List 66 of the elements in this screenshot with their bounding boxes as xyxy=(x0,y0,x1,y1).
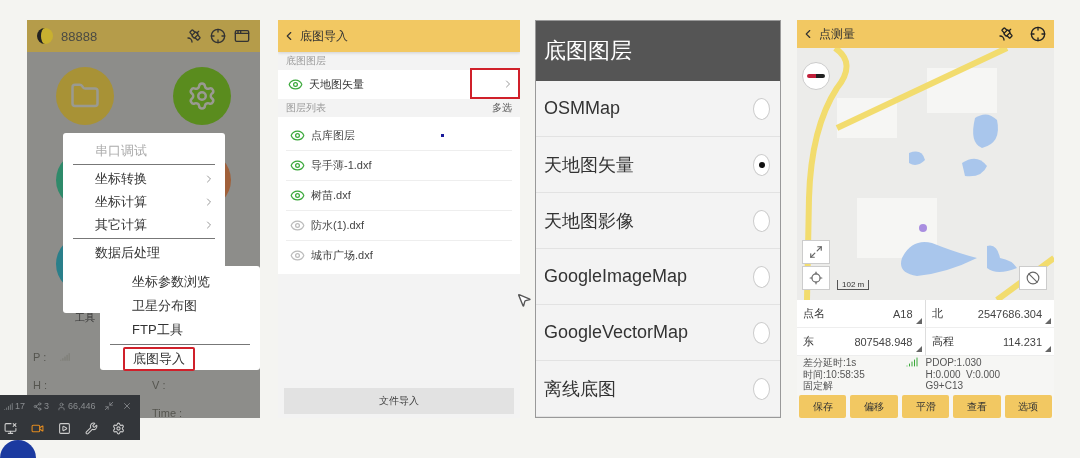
status-text: 时间:10:58:35 xyxy=(803,368,865,380)
layer-name: 天地图矢量 xyxy=(309,77,364,92)
stat-count: 66,446 xyxy=(68,401,96,411)
field-value: 807548.948 xyxy=(854,335,913,348)
layer-name: 导手薄-1.dxf xyxy=(311,158,372,173)
option-label: GoogleVectorMap xyxy=(544,322,689,343)
option-label: 天地图矢量 xyxy=(544,153,634,177)
status-label: H : xyxy=(33,379,48,391)
status-text: H:0.000 V:0.000 xyxy=(925,368,1001,380)
info-field[interactable]: 点名 A18 xyxy=(797,300,926,328)
base-layer-row[interactable]: 天地图矢量 xyxy=(278,70,520,99)
info-field[interactable]: 高程 114.231 xyxy=(925,328,1054,356)
status-label: Time : xyxy=(152,407,183,418)
app-label: 工具 xyxy=(75,311,95,325)
multi-select-link[interactable]: 多选 xyxy=(492,101,512,115)
field-value: A18 xyxy=(892,307,913,320)
import-button[interactable]: 文件导入 xyxy=(284,388,514,414)
layer-row[interactable]: 城市广场.dxf xyxy=(286,241,512,270)
menu-item[interactable]: 坐标计算 xyxy=(73,190,215,213)
option-label: GoogleImageMap xyxy=(544,266,688,287)
status-text: 差分延时:1s xyxy=(803,357,857,369)
menu-item[interactable]: 其它计算 xyxy=(73,213,215,236)
layer-name: 点库图层 xyxy=(311,128,355,143)
section-label: 底图图层 xyxy=(286,54,326,68)
layer-name: 防水(1).dxf xyxy=(311,218,365,233)
menu-item[interactable]: 底图导入 xyxy=(123,347,195,371)
screen-title: 点测量 xyxy=(819,25,856,43)
option-label: OSMMap xyxy=(544,98,621,119)
option-label: 离线底图 xyxy=(544,377,616,401)
scale-bar: 102 m xyxy=(837,280,870,290)
layer-row[interactable]: 防水(1).dxf xyxy=(286,211,512,241)
status-text: G9+C13 xyxy=(925,380,964,392)
status-text: 固定解 xyxy=(803,380,833,392)
menu-item[interactable]: 卫星分布图 xyxy=(122,294,207,318)
field-label: 高程 xyxy=(931,334,954,349)
field-label: 北 xyxy=(931,306,943,321)
stat-count: 3 xyxy=(44,401,50,411)
action-button[interactable]: 偏移 xyxy=(850,395,898,418)
layer-row[interactable]: 树苗.dxf xyxy=(286,181,512,211)
layer-row[interactable]: 点库图层 xyxy=(286,121,512,151)
action-button[interactable]: 平滑 xyxy=(901,395,950,418)
action-button[interactable]: 保存 xyxy=(799,395,847,418)
action-button[interactable]: 选项 xyxy=(1004,395,1053,418)
screen-title: 底图导入 xyxy=(300,27,349,45)
field-label: 点名 xyxy=(803,306,825,321)
stat-count: 17 xyxy=(15,401,25,411)
layer-row[interactable]: 导手薄-1.dxf xyxy=(286,151,512,181)
menu-item[interactable]: FTP工具 xyxy=(122,318,193,342)
info-field[interactable]: 北 2547686.304 xyxy=(925,300,1054,328)
field-label: 东 xyxy=(803,334,814,349)
field-value: 2547686.304 xyxy=(977,307,1042,320)
header-title: 88888 xyxy=(61,28,99,44)
section-label: 图层列表 xyxy=(286,101,326,115)
layer-name: 城市广场.dxf xyxy=(311,248,373,263)
dialog-title: 底图图层 xyxy=(536,21,780,81)
action-button[interactable]: 查看 xyxy=(953,395,1001,418)
menu-item[interactable]: 坐标参数浏览 xyxy=(122,270,220,294)
menu-item[interactable]: 数据后处理 xyxy=(73,241,215,264)
status-label: V : xyxy=(152,379,166,391)
field-value: 114.231 xyxy=(1003,335,1042,348)
status-text: PDOP:1.030 xyxy=(925,357,982,369)
status-label: P : xyxy=(33,351,47,363)
option-label: 天地图影像 xyxy=(544,209,634,233)
info-field[interactable]: 东 807548.948 xyxy=(797,328,926,356)
menu-item[interactable]: 坐标转换 xyxy=(73,167,215,190)
layer-name: 树苗.dxf xyxy=(311,188,351,203)
